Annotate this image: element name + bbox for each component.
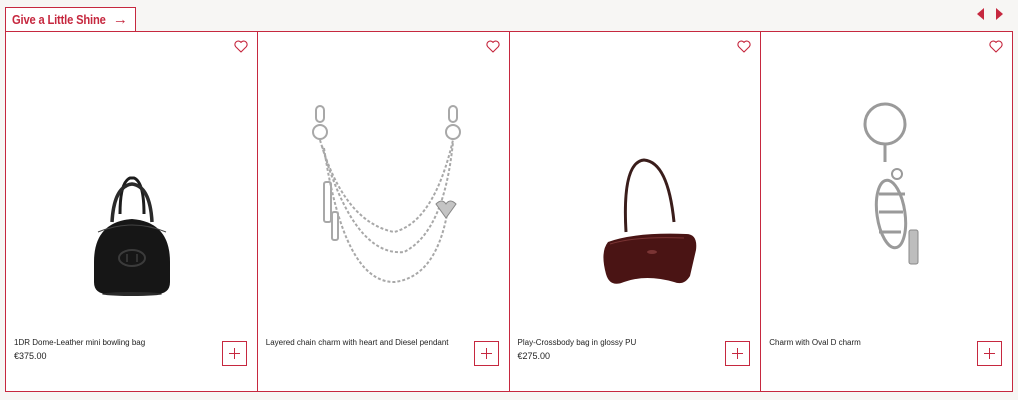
plus-icon	[228, 348, 240, 359]
heart-icon[interactable]	[989, 40, 1003, 53]
heart-icon[interactable]	[234, 40, 248, 53]
product-card[interactable]: Charm with Oval D charm	[761, 32, 1013, 392]
carousel-nav	[976, 8, 1004, 20]
arrow-right-icon: →	[112, 11, 128, 28]
section-title: Give a Little Shine	[12, 12, 106, 27]
plus-icon	[480, 348, 492, 359]
section-title-link[interactable]: Give a Little Shine →	[5, 7, 136, 31]
product-grid: 1DR Dome-Leather mini bowling bag €375.0…	[5, 31, 1013, 392]
heart-icon[interactable]	[737, 40, 751, 53]
caret-right-icon[interactable]	[994, 8, 1004, 20]
product-name[interactable]: 1DR Dome-Leather mini bowling bag	[14, 338, 145, 347]
add-to-cart-button[interactable]	[221, 341, 247, 366]
add-to-cart-button[interactable]	[473, 341, 499, 366]
heart-icon[interactable]	[485, 40, 500, 53]
add-to-cart-button[interactable]	[977, 341, 1002, 366]
product-card[interactable]: 1DR Dome-Leather mini bowling bag €375.0…	[6, 32, 258, 392]
product-name[interactable]: Play-Crossbody bag in glossy PU	[518, 338, 637, 347]
carousel-section: Give a Little Shine → 1DR Dome-Leather m…	[0, 0, 1018, 400]
plus-icon	[984, 348, 995, 359]
product-image[interactable]	[536, 82, 736, 322]
product-price: €375.00	[14, 351, 47, 361]
add-to-cart-button[interactable]	[725, 341, 751, 366]
product-image[interactable]	[32, 82, 232, 322]
product-card[interactable]: Play-Crossbody bag in glossy PU €275.00	[509, 32, 762, 392]
plus-icon	[732, 348, 744, 359]
caret-left-icon[interactable]	[976, 8, 986, 20]
product-price: €275.00	[517, 351, 551, 361]
product-name[interactable]: Charm with Oval D charm	[769, 338, 861, 347]
product-card[interactable]: Layered chain charm with heart and Diese…	[257, 32, 510, 392]
product-image[interactable]	[787, 82, 987, 322]
product-name[interactable]: Layered chain charm with heart and Diese…	[266, 338, 449, 347]
product-image[interactable]	[284, 82, 484, 322]
